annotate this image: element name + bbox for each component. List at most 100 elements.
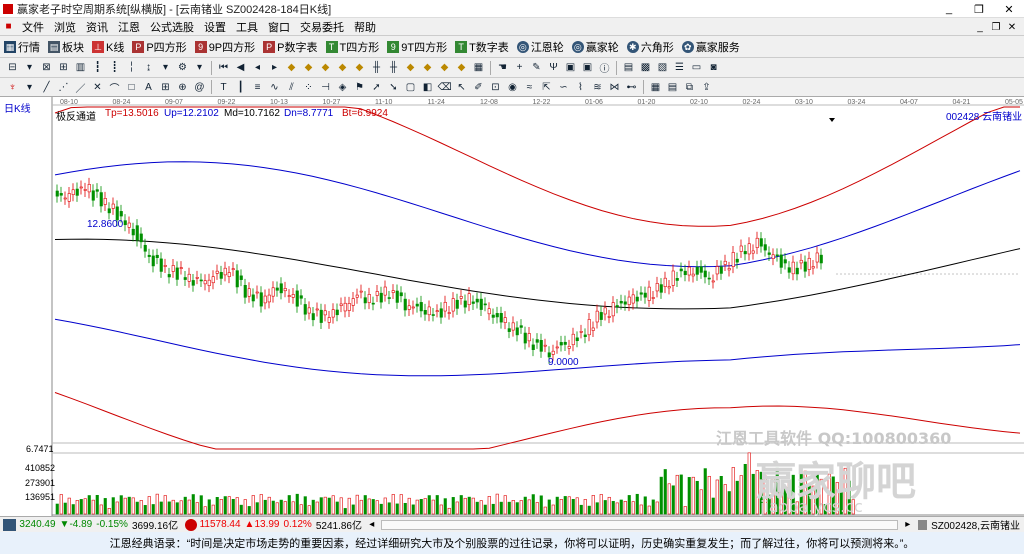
- eye-icon[interactable]: ◉: [506, 81, 519, 94]
- t-icon[interactable]: T: [217, 81, 230, 94]
- menu-help[interactable]: 帮助: [349, 19, 381, 35]
- candles-icon[interactable]: ╫: [387, 61, 400, 74]
- dropdown-arrow-icon[interactable]: ▾: [23, 61, 36, 74]
- app-menu-icon[interactable]: ■: [2, 20, 15, 33]
- wave-icon[interactable]: ∿: [268, 81, 281, 94]
- delete-icon[interactable]: ⌫: [437, 81, 451, 94]
- doc-icon[interactable]: ▣: [564, 61, 577, 74]
- sz-index-icon[interactable]: [185, 518, 197, 531]
- toolbar-tnumber-button[interactable]: T T数字表: [455, 39, 509, 55]
- menu-gann[interactable]: 江恩: [113, 19, 145, 35]
- dots-icon[interactable]: ⁘: [302, 81, 315, 94]
- copy-icon[interactable]: ⧉: [683, 81, 696, 94]
- wave-icon[interactable]: ∽: [557, 81, 570, 94]
- diamond-icon[interactable]: ◆: [421, 61, 434, 74]
- dropdown-arrow-icon[interactable]: ▾: [23, 81, 36, 94]
- right-icon[interactable]: ▸: [268, 61, 281, 74]
- toolbar-sector-button[interactable]: ▤ 板块: [48, 39, 84, 55]
- toolbar-hexagon-button[interactable]: ✱ 六角形: [626, 39, 674, 55]
- diamond-icon[interactable]: ◆: [404, 61, 417, 74]
- toolbar-kline-button[interactable]: ⊥ K线: [92, 39, 124, 55]
- grid-icon[interactable]: ▦: [649, 81, 662, 94]
- prev-icon[interactable]: ◀: [234, 61, 247, 74]
- diamond-icon[interactable]: ◆: [336, 61, 349, 74]
- toolbar-winner-wheel-button[interactable]: ◎ 赢家轮: [571, 39, 619, 55]
- menu-settings[interactable]: 设置: [199, 19, 231, 35]
- diamond-icon[interactable]: ◆: [353, 61, 366, 74]
- toolbar-gann-wheel-button[interactable]: ◎ 江恩轮: [516, 39, 564, 55]
- scroll-left-button[interactable]: ◂: [366, 519, 377, 530]
- toolbar-quotes-button[interactable]: ▦ 行情: [4, 39, 40, 55]
- child-close-button[interactable]: ✕: [1004, 18, 1020, 36]
- gear-icon[interactable]: ⚙: [176, 61, 189, 74]
- restore-button[interactable]: ❐: [964, 0, 994, 18]
- menu-info[interactable]: 资讯: [81, 19, 113, 35]
- cross-icon[interactable]: ✕: [91, 81, 104, 94]
- child-restore-button[interactable]: ❐: [988, 18, 1004, 36]
- menu-formula[interactable]: 公式选股: [145, 19, 199, 35]
- fork-icon[interactable]: Ψ: [547, 61, 560, 74]
- candle-icon[interactable]: ┇: [91, 61, 104, 74]
- toolbar-psquare-button[interactable]: P P四方形: [132, 39, 187, 55]
- gann-icon[interactable]: ♆: [6, 81, 19, 94]
- arc-icon[interactable]: ⌒: [108, 81, 121, 95]
- truck-icon[interactable]: ▭: [690, 61, 703, 74]
- crosshair-icon[interactable]: +: [513, 61, 526, 74]
- fan-icon[interactable]: ⋰: [57, 81, 70, 94]
- close-button[interactable]: ✕: [994, 0, 1024, 18]
- fib-icon[interactable]: ≡: [251, 81, 264, 94]
- diamond-icon[interactable]: ◆: [319, 61, 332, 74]
- tag-icon[interactable]: ◧: [421, 81, 434, 94]
- grid-icon[interactable]: ⊞: [159, 81, 172, 94]
- grid-icon[interactable]: ▦: [472, 61, 485, 74]
- chart-icon[interactable]: ▥: [74, 61, 87, 74]
- sh-index-icon[interactable]: [3, 518, 17, 531]
- bar-icon[interactable]: ┋: [108, 61, 121, 74]
- wave-icon[interactable]: ⋈: [608, 81, 621, 94]
- ruler-icon[interactable]: ⊣: [319, 81, 332, 94]
- text-icon[interactable]: A: [142, 81, 155, 94]
- line-style-icon[interactable]: ╎: [125, 61, 138, 74]
- first-icon[interactable]: ⏮: [217, 61, 230, 74]
- layers-icon[interactable]: ▤: [666, 81, 679, 94]
- box-icon[interactable]: ▢: [404, 81, 417, 94]
- cursor-icon[interactable]: ⇱: [540, 81, 553, 94]
- price-icon[interactable]: ↨: [142, 61, 155, 74]
- toolbar-9psquare-button[interactable]: 9 9P四方形: [194, 39, 255, 55]
- menu-window[interactable]: 窗口: [263, 19, 295, 35]
- dropdown-arrow-icon[interactable]: ▾: [159, 61, 172, 74]
- cursor-icon[interactable]: ↖: [455, 81, 468, 94]
- hand-icon[interactable]: ☚: [496, 61, 509, 74]
- mark-icon[interactable]: ◈: [336, 81, 349, 94]
- toolbar-tsquare-button[interactable]: T T四方形: [325, 39, 379, 55]
- toolbar-service-button[interactable]: ✿ 赢家服务: [681, 39, 740, 55]
- wave-icon[interactable]: ⌇: [574, 81, 587, 94]
- list-icon[interactable]: ☰: [673, 61, 686, 74]
- print-icon[interactable]: ▧: [656, 61, 669, 74]
- info-icon[interactable]: ⓘ: [598, 61, 611, 75]
- minimize-button[interactable]: _: [934, 0, 964, 18]
- menu-tools[interactable]: 工具: [231, 19, 263, 35]
- spiral-icon[interactable]: @: [193, 81, 206, 94]
- dropdown-arrow-icon[interactable]: ▾: [193, 61, 206, 74]
- save-icon[interactable]: ▩: [639, 61, 652, 74]
- diamond-icon[interactable]: ◆: [455, 61, 468, 74]
- candles-icon[interactable]: ╫: [370, 61, 383, 74]
- diamond-icon[interactable]: ◆: [302, 61, 315, 74]
- draw-icon[interactable]: ⊠: [40, 61, 53, 74]
- menu-grid-icon[interactable]: ⊟: [6, 61, 19, 74]
- toolbar-9tsquare-button[interactable]: 9 9T四方形: [387, 39, 447, 55]
- lock-icon[interactable]: ⊡: [489, 81, 502, 94]
- menu-trade[interactable]: 交易委托: [295, 19, 349, 35]
- wave-icon[interactable]: ≋: [591, 81, 604, 94]
- flag-icon[interactable]: ⚑: [353, 81, 366, 94]
- wave-icon[interactable]: ⊷: [625, 81, 638, 94]
- channel-icon[interactable]: ⫽: [285, 81, 298, 94]
- export-icon[interactable]: ⇪: [700, 81, 713, 94]
- cycle-icon[interactable]: ⊕: [176, 81, 189, 94]
- arrow-icon[interactable]: ➚: [370, 81, 383, 94]
- arrow-icon[interactable]: ➘: [387, 81, 400, 94]
- scale-icon[interactable]: ┃: [234, 81, 247, 94]
- child-minimize-button[interactable]: _: [972, 18, 988, 36]
- toolbar-pnumber-button[interactable]: P P数字表: [263, 39, 318, 55]
